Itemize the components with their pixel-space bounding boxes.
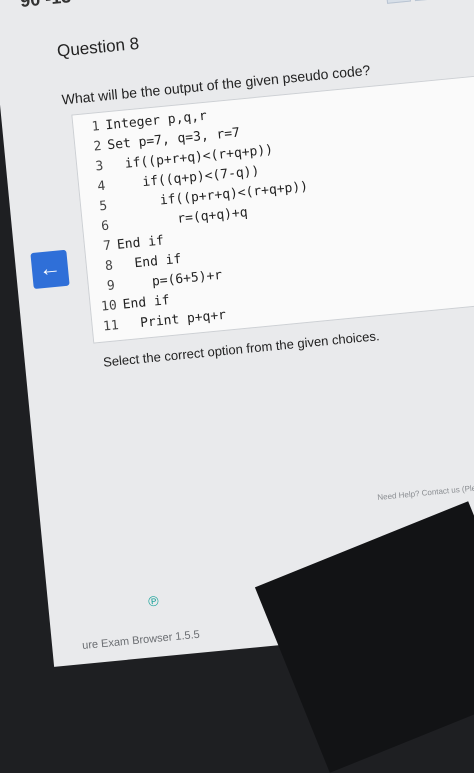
question-nav: 1 2 3 4 [384,0,474,4]
prev-page-chevron[interactable]: < [365,0,377,5]
need-help-link[interactable]: Need Help? Contact us (Please add countr… [377,476,474,502]
wifi-icon: ℗ [147,592,160,610]
top-tag: 90 -13 [19,0,72,12]
back-button[interactable]: ← [30,249,70,290]
arrow-left-icon: ← [37,254,63,282]
question-page-1[interactable]: 1 [384,0,412,4]
browser-brand: ure Exam Browser 1.5.5 [81,628,201,653]
code-line: 10 End if [100,293,171,315]
question-page-2[interactable]: 2 [411,0,439,2]
code-line: 7 End if [102,233,165,255]
pseudo-code-block: 1 Integer p,q,r 2 Set p=7, q=3, r=7 3 if((… [71,74,474,344]
question-title: Question 8 [56,33,140,61]
